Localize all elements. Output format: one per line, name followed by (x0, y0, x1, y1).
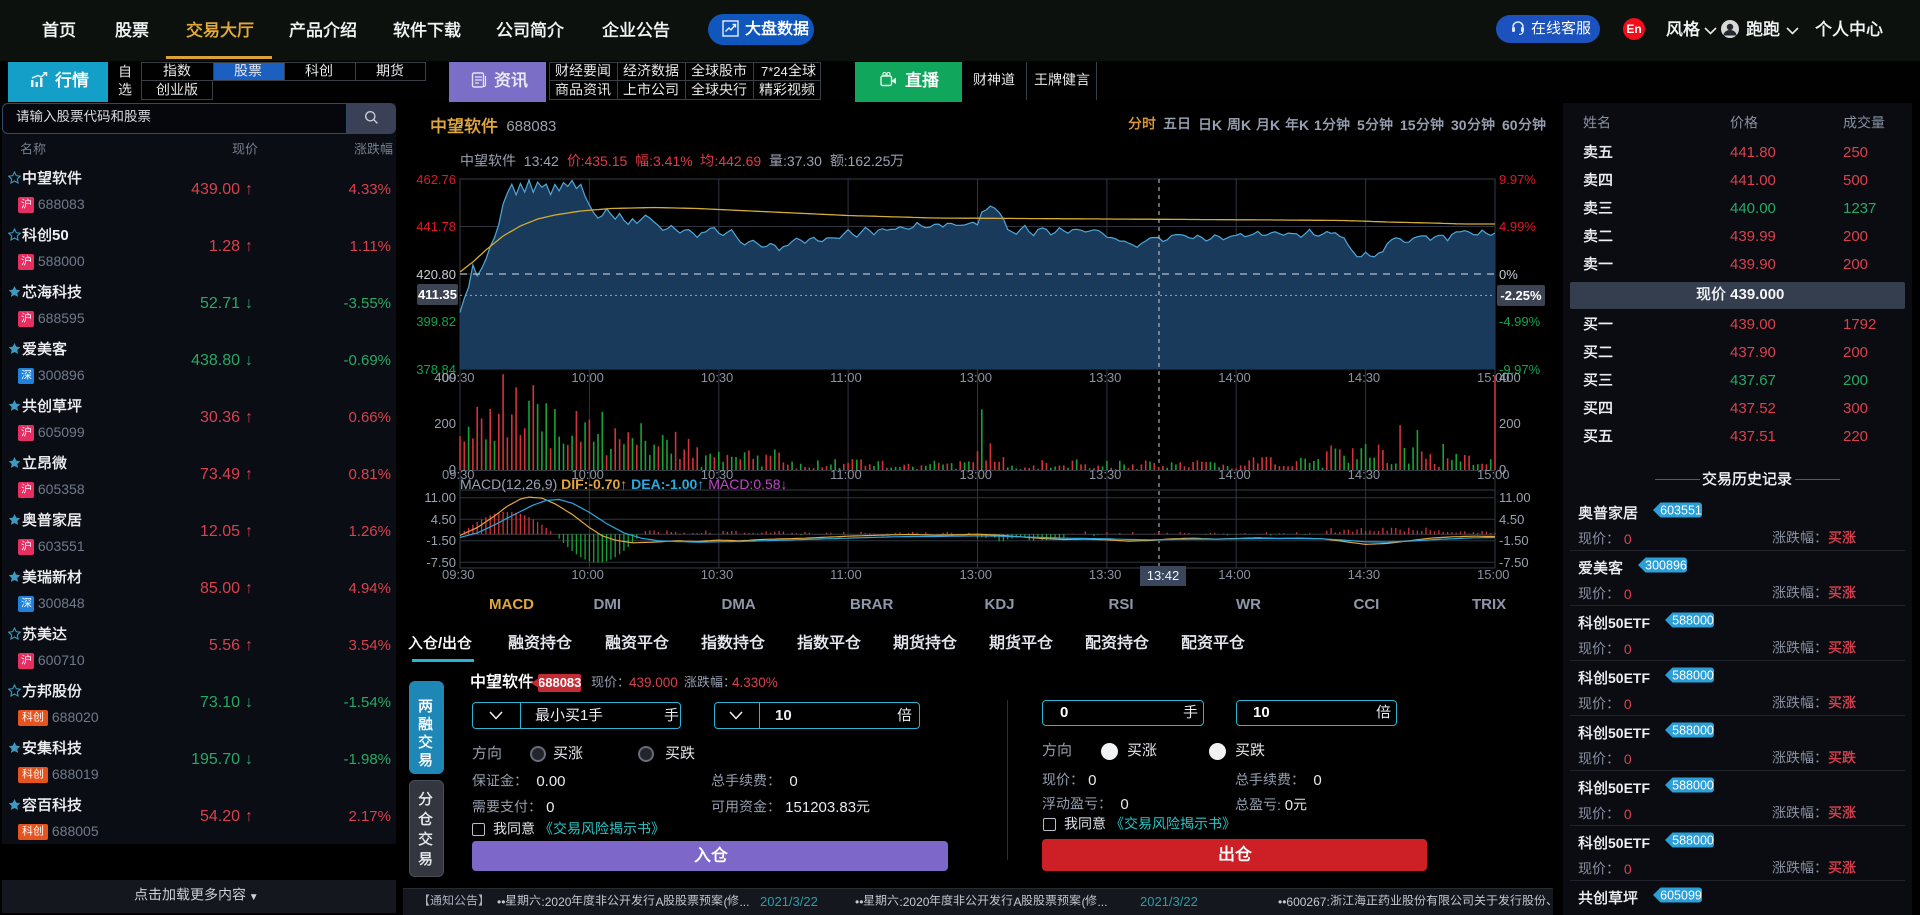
svg-text:588000: 588000 (1672, 833, 1714, 847)
svg-text:588000: 588000 (1672, 668, 1714, 682)
svg-text:588000: 588000 (1672, 613, 1714, 627)
svg-text:603551: 603551 (1660, 503, 1702, 517)
svg-text:588000: 588000 (1672, 778, 1714, 792)
svg-text:588000: 588000 (1672, 723, 1714, 737)
svg-text:605099: 605099 (1660, 888, 1702, 902)
svg-text:300896: 300896 (1645, 558, 1687, 572)
